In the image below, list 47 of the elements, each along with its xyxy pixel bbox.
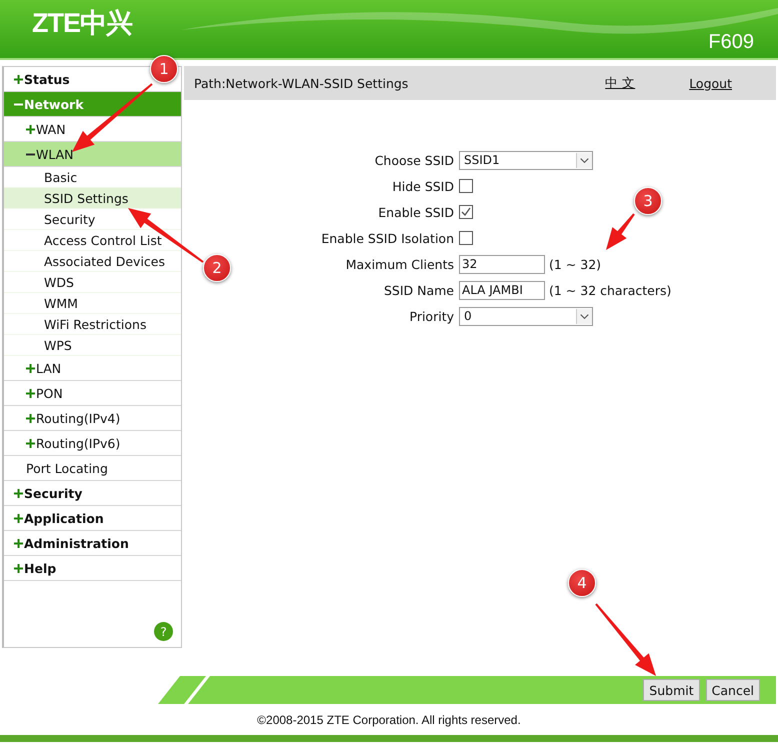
nav-item[interactable]: WiFi Restrictions [4, 314, 181, 335]
logout-link[interactable]: Logout [689, 76, 732, 90]
submit-button[interactable]: Submit [643, 679, 700, 701]
checkbox[interactable] [459, 179, 473, 193]
input-field[interactable]: ALA JAMBI [459, 280, 545, 300]
nav-item[interactable]: Application [4, 506, 181, 531]
nav-item[interactable]: WDS [4, 272, 181, 293]
dropdown[interactable]: 0 [459, 306, 593, 326]
nav-item[interactable]: WMM [4, 293, 181, 314]
field-label: Maximum Clients [346, 256, 454, 272]
nav-item[interactable]: Routing(IPv6) [4, 431, 181, 456]
nav-item[interactable]: Associated Devices [4, 251, 181, 272]
step-badge: 3 [634, 187, 662, 215]
breadcrumb-path: Path:Network-WLAN-SSID Settings [194, 76, 410, 90]
step-badge: 4 [568, 569, 596, 597]
nav-item[interactable]: Help [4, 556, 181, 581]
input-field[interactable]: 32 [459, 254, 545, 274]
nav-item[interactable]: Administration [4, 531, 181, 556]
nav-item[interactable]: SSID Settings [4, 188, 181, 209]
nav-item[interactable]: Port Locating [4, 456, 181, 481]
field-label: Priority [410, 308, 454, 324]
nav-item[interactable]: WPS [4, 335, 181, 356]
field-hint: (1 ~ 32) [549, 256, 602, 272]
caret-icon [576, 308, 592, 324]
nav-item[interactable]: Security [4, 481, 181, 506]
field-label: Hide SSID [392, 178, 454, 194]
cancel-button[interactable]: Cancel [706, 679, 760, 701]
field-label: Enable SSID Isolation [321, 230, 454, 246]
step-badge: 1 [150, 55, 178, 83]
checkbox[interactable] [459, 205, 473, 219]
nav-item[interactable]: LAN [4, 356, 181, 381]
nav-item[interactable]: WLAN [4, 142, 181, 167]
pointer-arrow [606, 213, 635, 250]
checkbox[interactable] [459, 231, 473, 245]
caret-icon [576, 152, 592, 168]
dropdown[interactable]: SSID1 [459, 150, 593, 170]
logo: ZTE中兴 [32, 7, 132, 40]
field-hint: (1 ~ 32 characters) [549, 282, 672, 298]
copyright-text: ©2008-2015 ZTE Corporation. All rights reserved. [256, 713, 522, 727]
model-name: F609 [708, 31, 754, 54]
field-label: Enable SSID [378, 204, 454, 220]
field-label: SSID Name [384, 282, 454, 298]
field-label: Choose SSID [374, 152, 454, 168]
language-link[interactable]: 中 文 [605, 74, 636, 92]
nav-item[interactable]: Routing(IPv4) [4, 406, 181, 431]
step-badge: 2 [203, 254, 231, 282]
nav-item[interactable]: PON [4, 381, 181, 406]
